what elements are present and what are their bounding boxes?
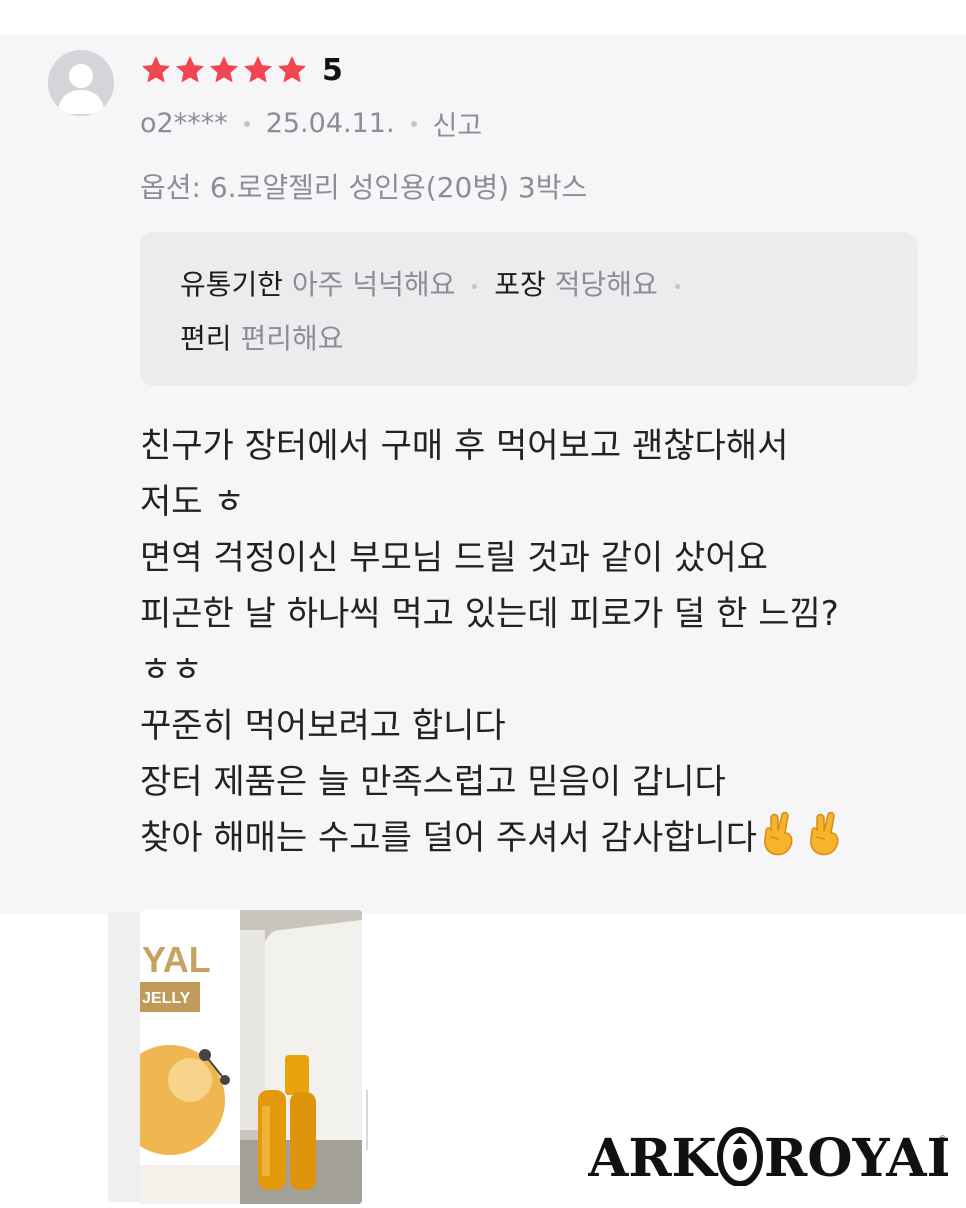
box-sub-text: JELLY: [142, 990, 191, 1007]
logo-text-left: ARK: [588, 1128, 719, 1186]
tag-value-expiry: 아주 넉넉해요: [291, 268, 456, 301]
royal-jelly-product-photo: YAL JELLY: [140, 910, 362, 1204]
review-line: 면역 걱정이신 부모님 드릴 것과 같이 샀어요: [140, 538, 768, 578]
user-icon: [48, 50, 114, 116]
rating-value: 5: [322, 52, 343, 88]
purchase-option: 옵션: 6.로얄젤리 성인용(20병) 3박스: [140, 171, 588, 204]
review-line-last: 찾아 해매는 수고를 덜어 주셔서 감사합니다: [140, 810, 930, 866]
review-line: ㅎㅎ: [140, 650, 203, 690]
star-icon: [210, 56, 238, 83]
rating-row: 5: [140, 50, 343, 90]
star-icon: [176, 56, 204, 83]
separator-dot: [472, 283, 478, 289]
tag-value-convenience: 편리해요: [240, 322, 344, 355]
review-line: 장터 제품은 늘 만족스럽고 믿음이 갑니다: [140, 762, 726, 802]
ark-royal-logo: ARK ROYAL ®: [587, 1124, 963, 1189]
review-line: 저도 ㅎ: [140, 482, 245, 522]
star-icon: [278, 56, 306, 83]
report-link[interactable]: 신고: [433, 104, 483, 143]
avatar[interactable]: [48, 50, 114, 116]
fingers-crossed-icon: [764, 811, 793, 856]
tag-value-packaging: 적당해요: [554, 268, 658, 301]
logo-text-right: ROYAL: [764, 1128, 948, 1186]
separator-dot: [674, 283, 680, 289]
box-brand-text: YAL: [142, 939, 211, 980]
fingers-crossed-icon: [810, 811, 839, 856]
user-id: o2****: [140, 108, 228, 139]
registered-mark: ®: [938, 1135, 947, 1145]
review-text: 친구가 장터에서 구매 후 먹어보고 괜찮다해서 저도 ㅎ 면역 걱정이신 부모…: [140, 418, 930, 866]
separator-dot: [410, 120, 417, 127]
review-date: 25.04.11.: [265, 108, 395, 139]
review-line: 피곤한 날 하나씩 먹고 있는데 피로가 덜 한 느낌?: [140, 594, 839, 634]
evaluation-tags: 유통기한 아주 넉넉해요 포장 적당해요 편리 편리해요: [140, 232, 918, 386]
review-line: 꾸준히 먹어보려고 합니다: [140, 706, 506, 746]
tag-key-expiry: 유통기한: [180, 268, 284, 301]
review-meta: o2**** 25.04.11. 신고: [140, 104, 482, 143]
star-rating: [140, 54, 308, 86]
scroll-indicator: [366, 1090, 368, 1150]
review-line-text: 찾아 해매는 수고를 덜어 주셔서 감사합니다: [140, 818, 758, 858]
review-line: 친구가 장터에서 구매 후 먹어보고 괜찮다해서: [140, 426, 789, 466]
tag-key-packaging: 포장: [494, 268, 546, 301]
photo-edge: [108, 912, 140, 1202]
star-icon: [142, 56, 170, 83]
review-photo[interactable]: YAL JELLY: [140, 910, 362, 1204]
star-icon: [244, 56, 272, 83]
separator-dot: [243, 120, 250, 127]
tag-key-convenience: 편리: [180, 322, 232, 355]
